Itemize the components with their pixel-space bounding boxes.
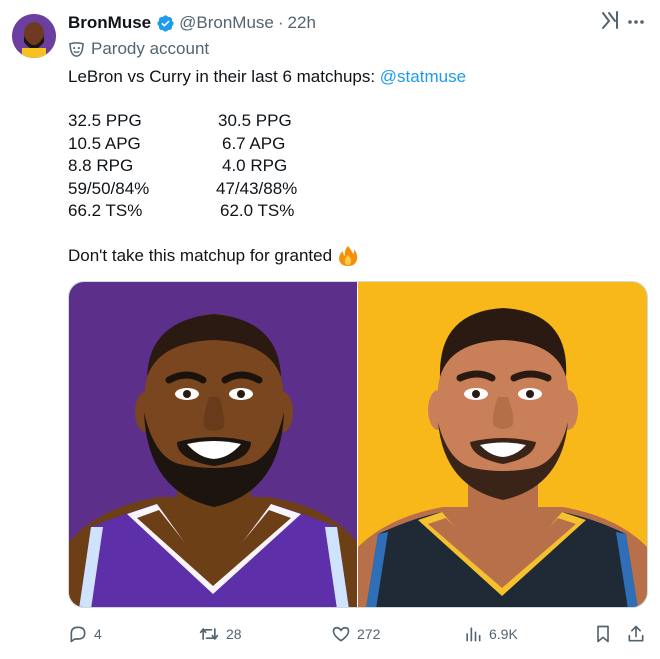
heart-icon [332,626,350,642]
stats-block: 32.5 PPG 30.5 PPG 10.5 APG 6.7 APG 8.8 R… [68,110,342,223]
separator-dot: · [277,13,284,32]
tweet-media[interactable] [68,281,648,608]
views-button[interactable]: 6.9K [463,622,518,646]
curry-illustration [358,282,647,607]
curry-portrait [358,308,647,607]
stat-row: 8.8 RPG 4.0 RPG [68,155,342,178]
more-options-icon[interactable] [626,12,646,37]
timestamp[interactable]: 22h [288,13,316,33]
tweet-header: BronMuse @BronMuse · 22h [68,12,650,34]
stat-curry: 30.5 PPG [218,111,292,130]
retweet-count: 28 [226,626,242,642]
stat-lebron: 32.5 PPG [68,111,142,130]
like-count: 272 [357,626,381,642]
reply-button[interactable]: 4 [68,622,102,646]
stat-lebron: 66.2 TS% [68,201,143,220]
bookmark-icon [597,625,609,643]
stat-curry: 4.0 RPG [222,156,288,175]
like-button[interactable]: 272 [331,622,380,646]
share-button[interactable] [626,622,652,646]
tweet-intro-text: LeBron vs Curry in their last 6 matchups… [68,67,380,86]
avatar[interactable] [12,14,56,58]
stat-lebron: 59/50/84% [68,178,150,198]
stat-row: 59/50/84% 47/43/88% [68,178,342,201]
lebron-portrait [69,314,357,607]
theater-mask-icon [68,41,85,58]
tweet-outro-text: Don't take this matchup for granted [68,246,333,265]
mention-link[interactable]: @statmuse [380,67,466,86]
share-icon [628,625,644,642]
reply-count: 4 [94,626,102,642]
grok-icon[interactable] [600,10,620,35]
action-bar: 4 28 272 6.9K [68,622,650,646]
stat-lebron: 10.5 APG [68,133,141,153]
author-name[interactable]: BronMuse [68,13,151,33]
author-handle[interactable]: @BronMuse [179,13,274,33]
stat-row: 66.2 TS% 62.0 TS% [68,200,342,223]
tweet-intro: LeBron vs Curry in their last 6 matchups… [68,66,466,88]
stat-row: 32.5 PPG 30.5 PPG [68,110,342,133]
bookmark-button[interactable] [593,622,619,646]
parody-label: Parody account [68,39,209,59]
view-count: 6.9K [489,626,518,642]
verified-badge-icon [156,14,175,33]
stat-curry: 6.7 APG [222,133,286,153]
reply-icon [70,626,86,643]
lebron-illustration [69,282,357,607]
stat-lebron: 8.8 RPG [68,156,134,175]
retweet-button[interactable]: 28 [198,622,242,646]
stat-curry: 47/43/88% [216,178,298,198]
stat-curry: 62.0 TS% [220,201,295,220]
fire-emoji-icon [338,245,358,267]
avatar-illustration [12,14,56,58]
stat-row: 10.5 APG 6.7 APG [68,133,342,156]
tweet-outro: Don't take this matchup for granted [68,244,358,268]
parody-label-text: Parody account [91,39,210,58]
views-chart-icon [466,627,481,642]
retweet-icon [199,628,219,640]
